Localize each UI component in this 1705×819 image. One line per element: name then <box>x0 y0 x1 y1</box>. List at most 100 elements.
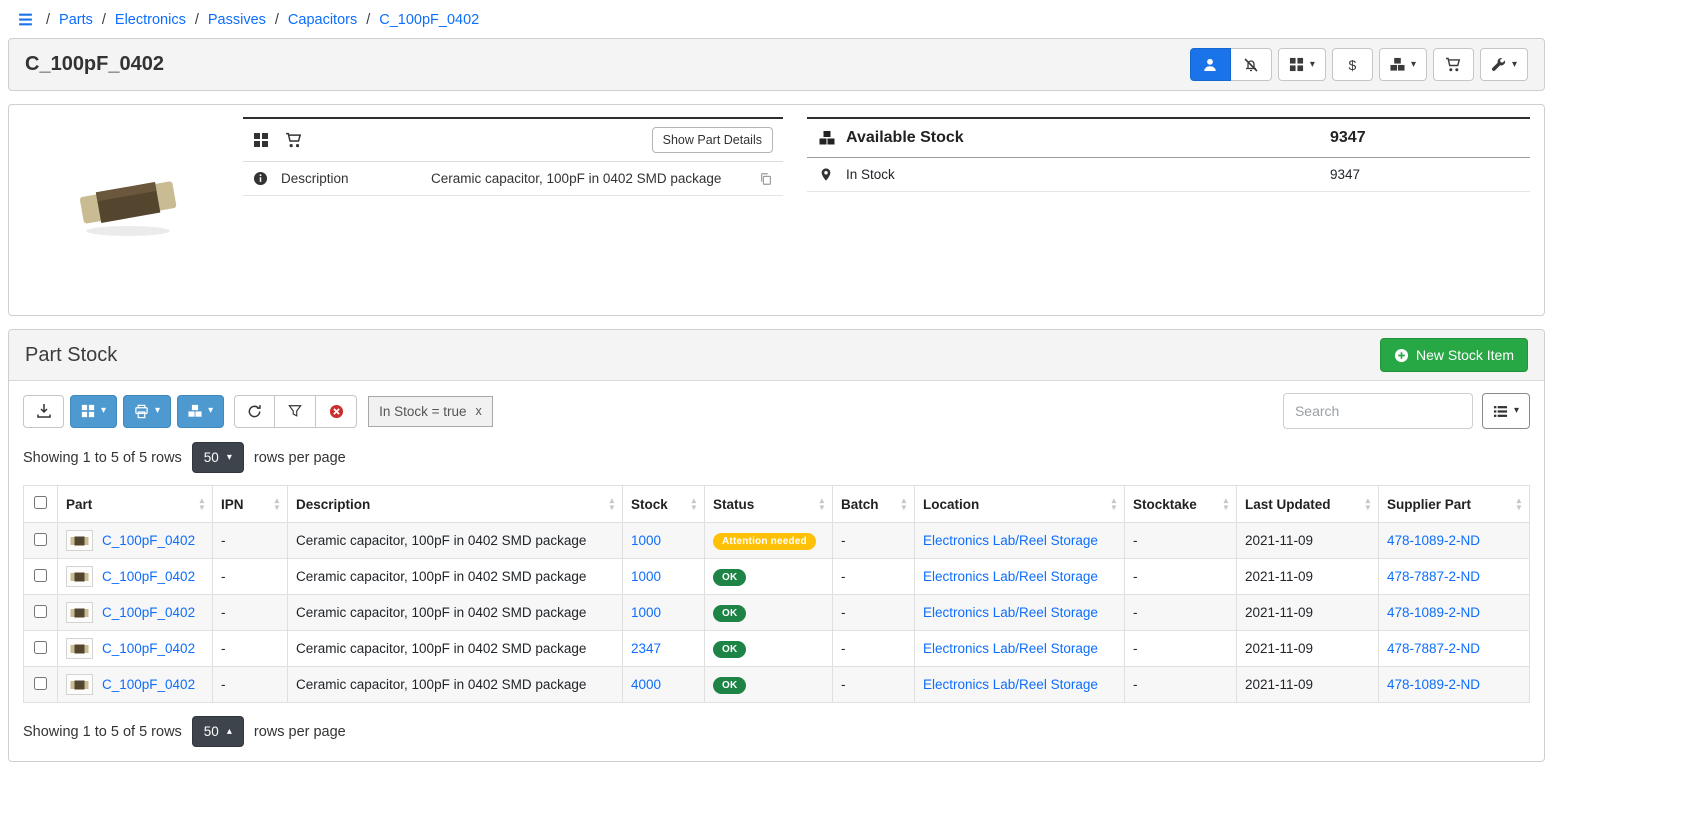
column-label: Description <box>296 497 370 512</box>
location-link[interactable]: Electronics Lab/Reel Storage <box>923 569 1098 584</box>
available-stock-card: Available Stock 9347 In Stock 9347 <box>807 117 1530 192</box>
copy-button[interactable] <box>759 172 773 186</box>
supplier-part-link[interactable]: 478-1089-2-ND <box>1387 605 1480 620</box>
part-thumbnail <box>66 566 93 587</box>
page-size-button[interactable]: 50 ▴ <box>192 716 244 747</box>
row-checkbox[interactable] <box>34 641 47 654</box>
rows-per-page-label: rows per page <box>254 450 346 466</box>
breadcrumb-link-capacitors[interactable]: Capacitors <box>288 12 357 28</box>
table-row[interactable]: C_100pF_0402 - Ceramic capacitor, 100pF … <box>24 667 1530 703</box>
location-link[interactable]: Electronics Lab/Reel Storage <box>923 677 1098 692</box>
part-actions-button[interactable]: ▾ <box>1480 48 1528 81</box>
print-actions-button[interactable]: ▾ <box>123 395 171 428</box>
column-header-location[interactable]: Location▴▾ <box>915 486 1125 523</box>
barcode-actions-button[interactable]: ▾ <box>70 395 117 428</box>
location-link[interactable]: Electronics Lab/Reel Storage <box>923 641 1098 656</box>
column-label: Supplier Part <box>1387 497 1471 512</box>
filter-button[interactable] <box>275 395 316 428</box>
description-label: Description <box>281 171 431 186</box>
page-size-button[interactable]: 50 ▾ <box>192 442 244 473</box>
stock-link[interactable]: 2347 <box>631 641 661 656</box>
column-header-part[interactable]: Part▴▾ <box>58 486 213 523</box>
part-link[interactable]: C_100pF_0402 <box>102 605 195 620</box>
new-stock-item-button[interactable]: New Stock Item <box>1380 338 1528 372</box>
show-part-details-button[interactable]: Show Part Details <box>652 127 773 153</box>
column-header-batch[interactable]: Batch▴▾ <box>833 486 915 523</box>
column-header-stocktake[interactable]: Stocktake▴▾ <box>1125 486 1237 523</box>
sort-icon[interactable]: ▴▾ <box>200 497 204 510</box>
table-row[interactable]: C_100pF_0402 - Ceramic capacitor, 100pF … <box>24 559 1530 595</box>
user-icon <box>1202 57 1218 73</box>
filter-icon <box>288 404 302 418</box>
location-link[interactable]: Electronics Lab/Reel Storage <box>923 533 1098 548</box>
stock-boxes-icon <box>819 130 835 146</box>
row-checkbox[interactable] <box>34 605 47 618</box>
breadcrumb-link-electronics[interactable]: Electronics <box>115 12 186 28</box>
table-row[interactable]: C_100pF_0402 - Ceramic capacitor, 100pF … <box>24 595 1530 631</box>
part-image[interactable] <box>23 117 233 247</box>
search-input[interactable] <box>1283 393 1473 429</box>
sort-icon[interactable]: ▴▾ <box>1517 497 1521 510</box>
table-row[interactable]: C_100pF_0402 - Ceramic capacitor, 100pF … <box>24 523 1530 559</box>
chevron-down-icon: ▾ <box>155 406 160 416</box>
active-filter-chip: In Stock = true x <box>368 396 493 427</box>
column-header-stock[interactable]: Stock▴▾ <box>623 486 705 523</box>
stock-options-button[interactable]: ▾ <box>177 395 224 428</box>
sort-icon[interactable]: ▴▾ <box>692 497 696 510</box>
refresh-button[interactable] <box>234 395 275 428</box>
export-button[interactable] <box>23 395 64 428</box>
breadcrumb-separator: / <box>195 12 199 28</box>
remove-filter-button[interactable]: x <box>476 404 482 418</box>
location-link[interactable]: Electronics Lab/Reel Storage <box>923 605 1098 620</box>
column-header-supplier-part[interactable]: Supplier Part ▴▾ <box>1379 486 1530 523</box>
select-all-checkbox[interactable] <box>34 496 47 509</box>
table-row[interactable]: C_100pF_0402 - Ceramic capacitor, 100pF … <box>24 631 1530 667</box>
stock-link[interactable]: 1000 <box>631 569 661 584</box>
status-badge: OK <box>713 677 746 694</box>
supplier-part-link[interactable]: 478-1089-2-ND <box>1387 533 1480 548</box>
column-header-description[interactable]: Description ▴▾ <box>288 486 623 523</box>
row-checkbox[interactable] <box>34 677 47 690</box>
column-header-status[interactable]: Status▴▾ <box>705 486 833 523</box>
stock-actions-button[interactable]: ▾ <box>1379 48 1427 81</box>
sort-icon[interactable]: ▴▾ <box>1366 497 1370 510</box>
ipn-cell: - <box>213 631 288 667</box>
row-checkbox[interactable] <box>34 569 47 582</box>
display-options-button[interactable]: ▾ <box>1278 48 1326 81</box>
column-select-button[interactable]: ▾ <box>1482 393 1530 429</box>
order-part-button[interactable] <box>1433 48 1474 81</box>
cart-icon <box>285 132 302 149</box>
sort-icon[interactable]: ▴▾ <box>1112 497 1116 510</box>
sort-icon[interactable]: ▴▾ <box>902 497 906 510</box>
sort-icon[interactable]: ▴▾ <box>275 497 279 510</box>
row-checkbox[interactable] <box>34 533 47 546</box>
supplier-part-link[interactable]: 478-1089-2-ND <box>1387 677 1480 692</box>
breadcrumb-separator: / <box>275 12 279 28</box>
unsubscribe-button[interactable] <box>1231 48 1272 81</box>
stock-link[interactable]: 1000 <box>631 533 661 548</box>
stock-boxes-icon <box>188 404 202 418</box>
part-link[interactable]: C_100pF_0402 <box>102 677 195 692</box>
menu-toggle-button[interactable] <box>14 11 37 28</box>
description-cell: Ceramic capacitor, 100pF in 0402 SMD pac… <box>288 667 623 703</box>
supplier-part-link[interactable]: 478-7887-2-ND <box>1387 569 1480 584</box>
part-link[interactable]: C_100pF_0402 <box>102 533 195 548</box>
part-link[interactable]: C_100pF_0402 <box>102 569 195 584</box>
subscribe-button[interactable] <box>1190 48 1231 81</box>
column-header-last-updated[interactable]: Last Updated▴▾ <box>1237 486 1379 523</box>
sort-icon[interactable]: ▴▾ <box>1224 497 1228 510</box>
pricing-button[interactable]: $ <box>1332 48 1373 81</box>
sort-icon[interactable]: ▴▾ <box>820 497 824 510</box>
stock-link[interactable]: 1000 <box>631 605 661 620</box>
supplier-part-link[interactable]: 478-7887-2-ND <box>1387 641 1480 656</box>
sort-icon[interactable]: ▴▾ <box>610 497 614 510</box>
in-stock-row: In Stock 9347 <box>807 158 1530 192</box>
breadcrumb-link-parts[interactable]: Parts <box>59 12 93 28</box>
status-badge: OK <box>713 605 746 622</box>
part-link[interactable]: C_100pF_0402 <box>102 641 195 656</box>
breadcrumb-link-current-part[interactable]: C_100pF_0402 <box>379 12 479 28</box>
column-header-ipn[interactable]: IPN▴▾ <box>213 486 288 523</box>
breadcrumb-link-passives[interactable]: Passives <box>208 12 266 28</box>
clear-filters-button[interactable] <box>316 395 357 428</box>
stock-link[interactable]: 4000 <box>631 677 661 692</box>
